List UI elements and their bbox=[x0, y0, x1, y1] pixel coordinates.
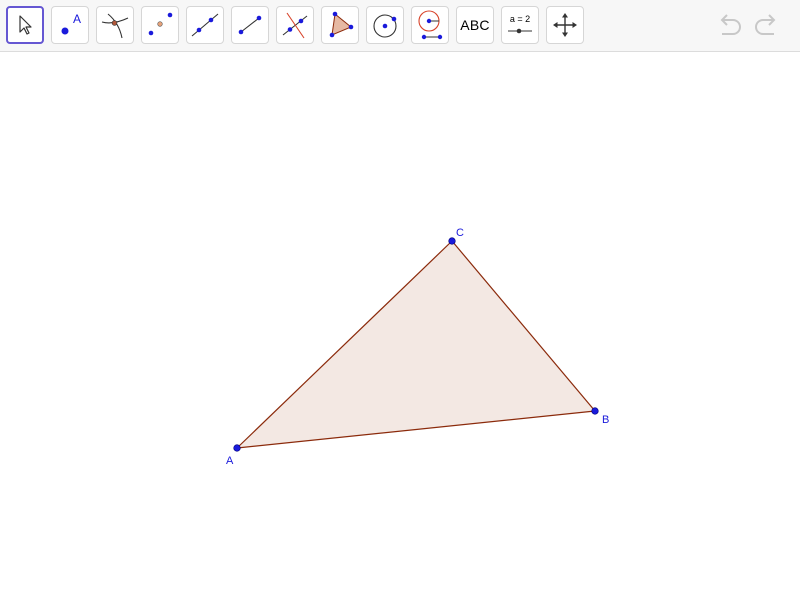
undo-icon bbox=[720, 14, 741, 35]
point-c-label: C bbox=[456, 227, 464, 239]
circle-icon bbox=[373, 14, 397, 38]
move-graphics-view-tool-button[interactable] bbox=[546, 6, 584, 44]
intersect-tool-button[interactable] bbox=[96, 6, 134, 44]
point-tool-button[interactable]: A bbox=[51, 6, 89, 44]
undo-button[interactable] bbox=[713, 12, 745, 40]
point-tool-label: A bbox=[73, 12, 81, 26]
circle-radius-tool-button[interactable] bbox=[411, 6, 449, 44]
segment-tool-button[interactable] bbox=[231, 6, 269, 44]
redo-button[interactable] bbox=[751, 12, 783, 40]
midpoint-icon bbox=[148, 12, 173, 36]
point-icon: A bbox=[61, 12, 81, 35]
polygon-tool-button[interactable] bbox=[321, 6, 359, 44]
line-tool-button[interactable] bbox=[186, 6, 224, 44]
move-view-icon bbox=[553, 13, 577, 37]
text-icon: ABC bbox=[460, 17, 490, 33]
graphics-canvas[interactable]: A B C bbox=[0, 52, 800, 600]
intersect-icon bbox=[101, 13, 129, 39]
polygon-icon bbox=[329, 11, 354, 38]
segment-icon bbox=[238, 15, 262, 35]
arrow-cursor-icon bbox=[19, 15, 32, 35]
point-b-label: B bbox=[602, 414, 609, 426]
midpoint-tool-button[interactable] bbox=[141, 6, 179, 44]
slider-icon: a = 2 bbox=[508, 14, 532, 34]
point-c[interactable] bbox=[448, 237, 456, 245]
slider-tool-label: a = 2 bbox=[510, 14, 530, 24]
redo-icon bbox=[755, 14, 776, 35]
line-icon bbox=[191, 13, 219, 37]
circle-radius-icon bbox=[418, 10, 443, 40]
point-a-label: A bbox=[226, 455, 234, 467]
toolbar: A ABC a = 2 bbox=[0, 0, 800, 52]
slider-tool-button[interactable]: a = 2 bbox=[501, 6, 539, 44]
text-tool-button[interactable]: ABC bbox=[456, 6, 494, 44]
move-tool-button[interactable] bbox=[6, 6, 44, 44]
point-a[interactable] bbox=[233, 444, 241, 452]
point-b[interactable] bbox=[591, 407, 599, 415]
graphics-view[interactable]: A B C bbox=[0, 52, 800, 600]
perpendicular-icon bbox=[282, 12, 308, 39]
circle-center-point-tool-button[interactable] bbox=[366, 6, 404, 44]
perpendicular-line-tool-button[interactable] bbox=[276, 6, 314, 44]
